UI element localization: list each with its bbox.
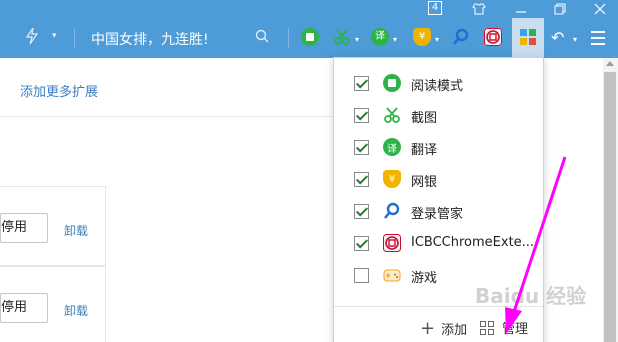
checkbox[interactable]	[354, 204, 369, 219]
chevron-down-icon[interactable]: ▾	[355, 35, 359, 44]
lightning-icon[interactable]	[25, 27, 39, 48]
menu-item-label: 翻译	[411, 143, 438, 158]
menu-item-label: 阅读模式	[411, 79, 464, 94]
chevron-down-icon[interactable]: ▾	[435, 35, 439, 44]
menu-item-screenshot[interactable]: 截图	[334, 99, 543, 131]
menu-item-translate[interactable]: 译 翻译	[334, 131, 543, 163]
yen-shield-icon: ¥	[383, 170, 401, 188]
scissors-icon	[383, 106, 401, 124]
divider	[0, 116, 333, 117]
menu-item-label: 截图	[411, 111, 438, 126]
gamepad-icon	[383, 266, 401, 284]
divider	[74, 28, 75, 48]
extensions-button[interactable]	[512, 18, 544, 58]
undo-icon[interactable]: ↶	[551, 28, 564, 47]
scissors-icon[interactable]	[333, 28, 351, 46]
checkbox[interactable]	[354, 108, 369, 123]
reader-mode-button[interactable]	[301, 28, 319, 46]
add-extension-button[interactable]: + 添加	[420, 318, 467, 339]
menu-item-reader-mode[interactable]: 阅读模式	[334, 67, 543, 99]
add-label: 添加	[441, 323, 468, 338]
grid-icon	[480, 320, 494, 335]
icbc-icon[interactable]	[484, 28, 502, 46]
add-more-extensions-link[interactable]: 添加更多扩展	[20, 81, 98, 100]
chevron-down-icon[interactable]: ▾	[393, 35, 397, 44]
minimize-icon[interactable]	[506, 0, 536, 18]
tab-count-badge[interactable]: 4	[428, 1, 442, 15]
news-headline[interactable]: 中国女排，九连胜!	[91, 29, 209, 49]
menu-item-bank[interactable]: ¥ 网银	[334, 163, 543, 195]
chevron-down-icon[interactable]: ▾	[52, 31, 57, 41]
divider	[288, 28, 289, 48]
scroll-up-arrow-icon[interactable]	[606, 61, 614, 66]
menu-item-label: 登录管家	[411, 207, 464, 222]
chevron-down-icon[interactable]: ▾	[573, 35, 577, 44]
key-search-icon[interactable]	[452, 28, 470, 46]
search-icon[interactable]	[255, 29, 269, 47]
manage-label: 管理	[502, 322, 529, 337]
key-search-icon	[383, 202, 401, 220]
menu-item-label: 游戏	[411, 271, 438, 286]
checkbox[interactable]	[354, 172, 369, 187]
uninstall-link[interactable]: 卸载	[64, 302, 88, 319]
translate-icon: 译	[383, 138, 401, 156]
toolbar: ▾ 中国女排，九连胜! ▾ 译 ▾ ¥ ▾ ↶ ▾	[0, 18, 618, 58]
checkbox[interactable]	[354, 236, 369, 251]
close-icon[interactable]	[585, 0, 615, 18]
checkbox[interactable]	[354, 268, 369, 283]
skin-icon[interactable]	[464, 0, 494, 18]
title-bar: 4	[0, 0, 618, 18]
checkbox[interactable]	[354, 76, 369, 91]
manage-extensions-button[interactable]: 管理	[480, 318, 528, 337]
translate-icon[interactable]: 译	[371, 28, 389, 46]
plus-icon: +	[420, 318, 436, 339]
checkbox[interactable]	[354, 140, 369, 155]
scrollbar-thumb[interactable]	[604, 72, 616, 342]
disable-button[interactable]: 停用	[0, 213, 48, 243]
watermark: Baidu 经验	[475, 284, 587, 308]
book-icon	[383, 74, 401, 92]
menu-item-label: 网银	[411, 175, 438, 190]
restore-icon[interactable]	[545, 0, 575, 18]
disable-button[interactable]: 停用	[0, 293, 48, 323]
menu-item-label: ICBCChromeExte...	[411, 235, 535, 250]
menu-icon[interactable]	[591, 31, 605, 49]
icbc-icon	[383, 234, 401, 252]
menu-item-login-manager[interactable]: 登录管家	[334, 195, 543, 227]
extensions-grid-icon	[520, 29, 536, 45]
uninstall-link[interactable]: 卸载	[64, 222, 88, 239]
menu-item-icbc[interactable]: ICBCChromeExte...	[334, 227, 543, 259]
yen-shield-icon[interactable]: ¥	[413, 28, 431, 46]
